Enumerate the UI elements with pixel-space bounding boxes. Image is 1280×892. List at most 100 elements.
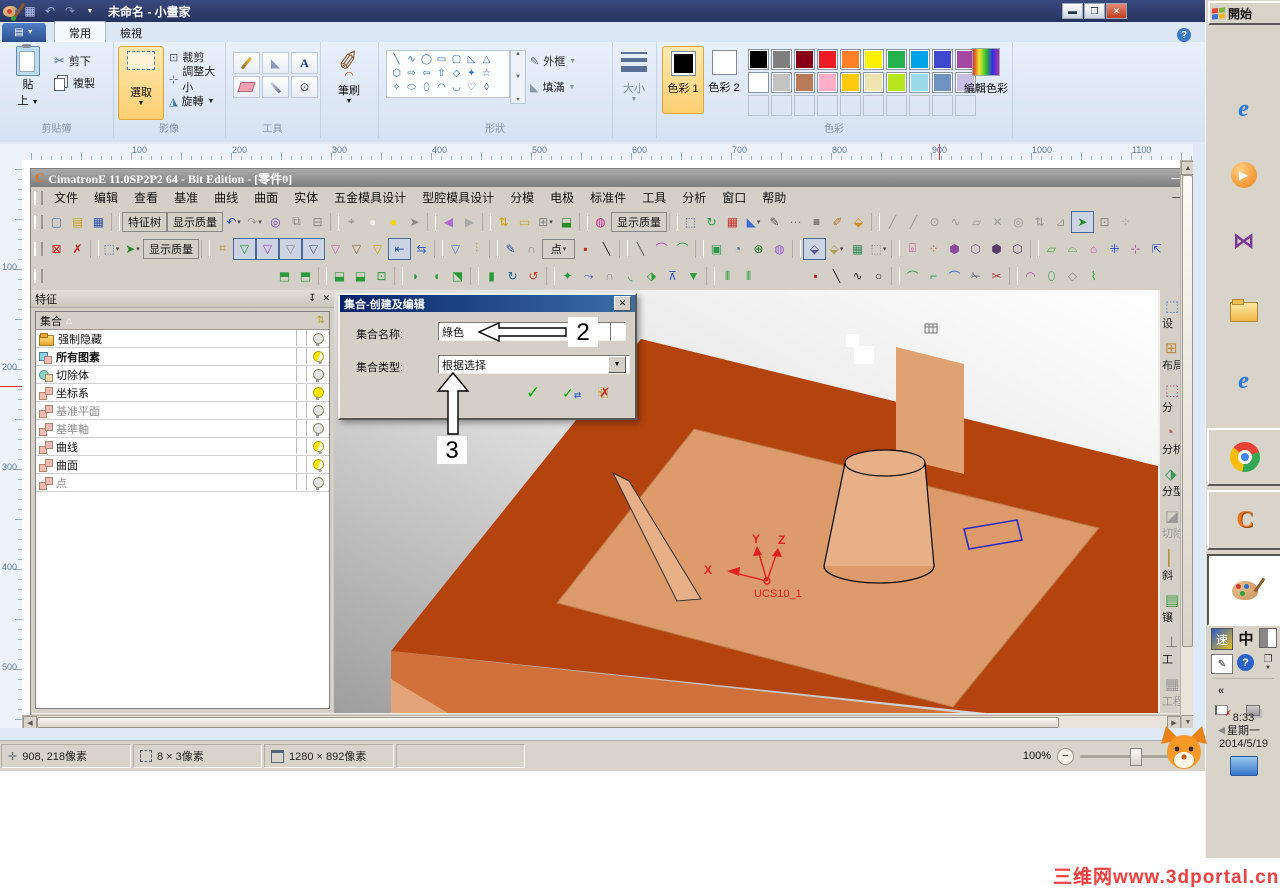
ime-halfwidth-icon[interactable] xyxy=(1259,628,1277,648)
shape-cell[interactable]: ╲ xyxy=(389,53,404,66)
section-cube[interactable]: ▦ xyxy=(847,239,868,259)
feature-tree-button[interactable]: 特征树 xyxy=(122,211,167,232)
feature-row[interactable]: 曲线 xyxy=(36,438,329,456)
solid-round-2[interactable]: ◖ xyxy=(426,266,447,286)
cimatron-menu-实体[interactable]: 实体 xyxy=(286,189,326,206)
xyz-points[interactable]: ⁘ xyxy=(1115,212,1136,232)
cimatron-menu-曲线[interactable]: 曲线 xyxy=(206,189,246,206)
zoom-plus[interactable]: ⊕ xyxy=(748,239,769,259)
set-name-input[interactable]: 綠色 xyxy=(438,322,612,341)
rotate-button[interactable]: ◮ 旋轉 ▼ xyxy=(169,92,214,110)
bulb-cursor[interactable]: ➤ xyxy=(404,212,425,232)
cut-button[interactable]: ✂ 剪下 xyxy=(54,52,91,70)
chamfer[interactable]: ⌐ xyxy=(923,266,944,286)
palette-color[interactable] xyxy=(771,49,792,70)
surface-pink-2[interactable]: ◠ xyxy=(1020,266,1041,286)
minimize-button[interactable]: ▬ xyxy=(1062,3,1083,19)
paint-menu-button[interactable]: ▤ ▼ xyxy=(2,23,46,42)
visibility-bulb[interactable] xyxy=(306,384,329,400)
zoom-slider-thumb[interactable] xyxy=(1130,747,1142,766)
dialog-exit-icon[interactable]: ⎗✗ xyxy=(598,385,610,401)
filter-point[interactable]: ▽ xyxy=(302,237,325,260)
paint-canvas[interactable]: C CimatronE 11.0SP2P2 64 - Bit Edition -… xyxy=(22,160,1193,728)
filter-curve[interactable]: ▽ xyxy=(256,237,279,260)
visibility-bulb[interactable] xyxy=(306,330,329,346)
surface-cyl[interactable]: ⬯ xyxy=(1041,266,1062,286)
cube-dark-2[interactable]: ⬡ xyxy=(1007,239,1028,259)
shape-cell[interactable]: △ xyxy=(479,53,494,66)
cimatron-minimize-icon[interactable]: ─ xyxy=(1171,171,1180,186)
solid-rib[interactable]: ▮ xyxy=(481,266,502,286)
cimatron-menu-分析[interactable]: 分析 xyxy=(674,189,714,206)
ucs-move[interactable]: ⇱ xyxy=(1146,239,1167,259)
add-stock[interactable]: ⬓ xyxy=(556,212,577,232)
shape-cell[interactable]: ⬯ xyxy=(419,81,434,94)
curve-tool[interactable]: ∿ xyxy=(945,212,966,232)
shape-cell[interactable]: ▭ xyxy=(434,53,449,66)
line-width[interactable]: ≡ xyxy=(806,212,827,232)
shape-cell[interactable]: ☆ xyxy=(479,67,494,80)
paste-button[interactable]: 貼 上 ▼ xyxy=(6,44,50,118)
palette-color[interactable] xyxy=(817,49,838,70)
rain-filter[interactable]: ⫶ xyxy=(466,239,487,259)
select-box[interactable]: ⬚ xyxy=(680,212,701,232)
sketch-line2[interactable]: ╱ xyxy=(903,212,924,232)
palette-empty-slot[interactable] xyxy=(771,95,792,116)
multi-color[interactable]: ⁘ xyxy=(923,239,944,259)
cimatron-menu-编辑[interactable]: 编辑 xyxy=(86,189,126,206)
surf-mid[interactable]: ⊼ xyxy=(662,266,683,286)
tab-home[interactable]: 常用 xyxy=(54,21,106,42)
trim-1[interactable]: ✁ xyxy=(965,266,986,286)
grid-toggle[interactable]: ⊞ ▾ xyxy=(535,212,556,232)
palette-color[interactable] xyxy=(886,72,907,93)
filter-dim[interactable]: ⇤ xyxy=(388,237,411,260)
wire-cube[interactable]: ⬙ ▾ xyxy=(826,239,847,259)
cimatron-menu-工具[interactable]: 工具 xyxy=(634,189,674,206)
new-file[interactable]: ▢ xyxy=(46,212,67,232)
feature-row[interactable]: 切除体 xyxy=(36,366,329,384)
solid-new-2[interactable]: ⬒ xyxy=(295,266,316,286)
name-input-spinner[interactable] xyxy=(610,322,626,341)
palette-color[interactable] xyxy=(863,72,884,93)
palette-color[interactable] xyxy=(909,49,930,70)
ime-chinese-icon[interactable]: 中 xyxy=(1236,628,1256,648)
palette-empty-slot[interactable] xyxy=(840,95,861,116)
palette-color[interactable] xyxy=(840,49,861,70)
line-black[interactable]: ╲ xyxy=(596,239,617,259)
cimatron-menu-查看[interactable]: 查看 xyxy=(126,189,166,206)
shape-cell[interactable]: ✧ xyxy=(389,81,404,94)
shape-cell[interactable]: ⇨ xyxy=(404,67,419,80)
trim-2[interactable]: ✂ xyxy=(986,266,1007,286)
ucs-pink[interactable]: ⊹ xyxy=(1125,239,1146,259)
color2-button[interactable]: 色彩 2 xyxy=(704,46,744,112)
visibility-bulb[interactable] xyxy=(306,348,329,364)
surf-down[interactable]: ▼ xyxy=(683,266,704,286)
close-button[interactable]: ✕ xyxy=(1106,3,1127,19)
quicklaunch-ie2[interactable]: e xyxy=(1206,368,1280,395)
quicklaunch-kmplayer[interactable]: ⋈ xyxy=(1206,228,1280,254)
mirror-pink[interactable]: ⌻ xyxy=(902,239,923,259)
qat-dropdown-icon[interactable]: ▼ xyxy=(82,3,98,19)
task-paint[interactable] xyxy=(1207,554,1280,626)
feature-row[interactable]: 基准平面 xyxy=(36,402,329,420)
visibility-bulb[interactable] xyxy=(306,456,329,472)
palette-empty-slot[interactable] xyxy=(794,95,815,116)
shape-cell[interactable]: ▢ xyxy=(449,53,464,66)
rotate-entity[interactable]: ↻ xyxy=(701,212,722,232)
tab-view[interactable]: 檢視 xyxy=(106,22,156,42)
cimatron-menu-型腔模具设计[interactable]: 型腔模具设计 xyxy=(414,189,502,206)
orbit-view[interactable]: ◍ xyxy=(769,239,790,259)
palette-empty-slot[interactable] xyxy=(817,95,838,116)
fillet-2[interactable]: ⌒ xyxy=(944,266,965,286)
shapes-scrollbar[interactable]: ▲ ▼ ▾ xyxy=(510,50,526,104)
dialog-titlebar[interactable]: 集合-创建及编辑 ✕ xyxy=(340,295,635,312)
palette-color[interactable] xyxy=(909,72,930,93)
palette-color[interactable] xyxy=(932,49,953,70)
filter-gold[interactable]: ▽ xyxy=(367,239,388,259)
dialog-close-icon[interactable]: ✕ xyxy=(614,296,631,311)
shape-cell[interactable]: ⇦ xyxy=(419,67,434,80)
marquee-cursor[interactable]: ⬚ ▾ xyxy=(101,239,122,259)
surface-gray[interactable]: ◇ xyxy=(1062,266,1083,286)
pick-filter[interactable]: ▽ xyxy=(445,239,466,259)
size-button[interactable]: 大小 ▼ xyxy=(612,46,656,118)
